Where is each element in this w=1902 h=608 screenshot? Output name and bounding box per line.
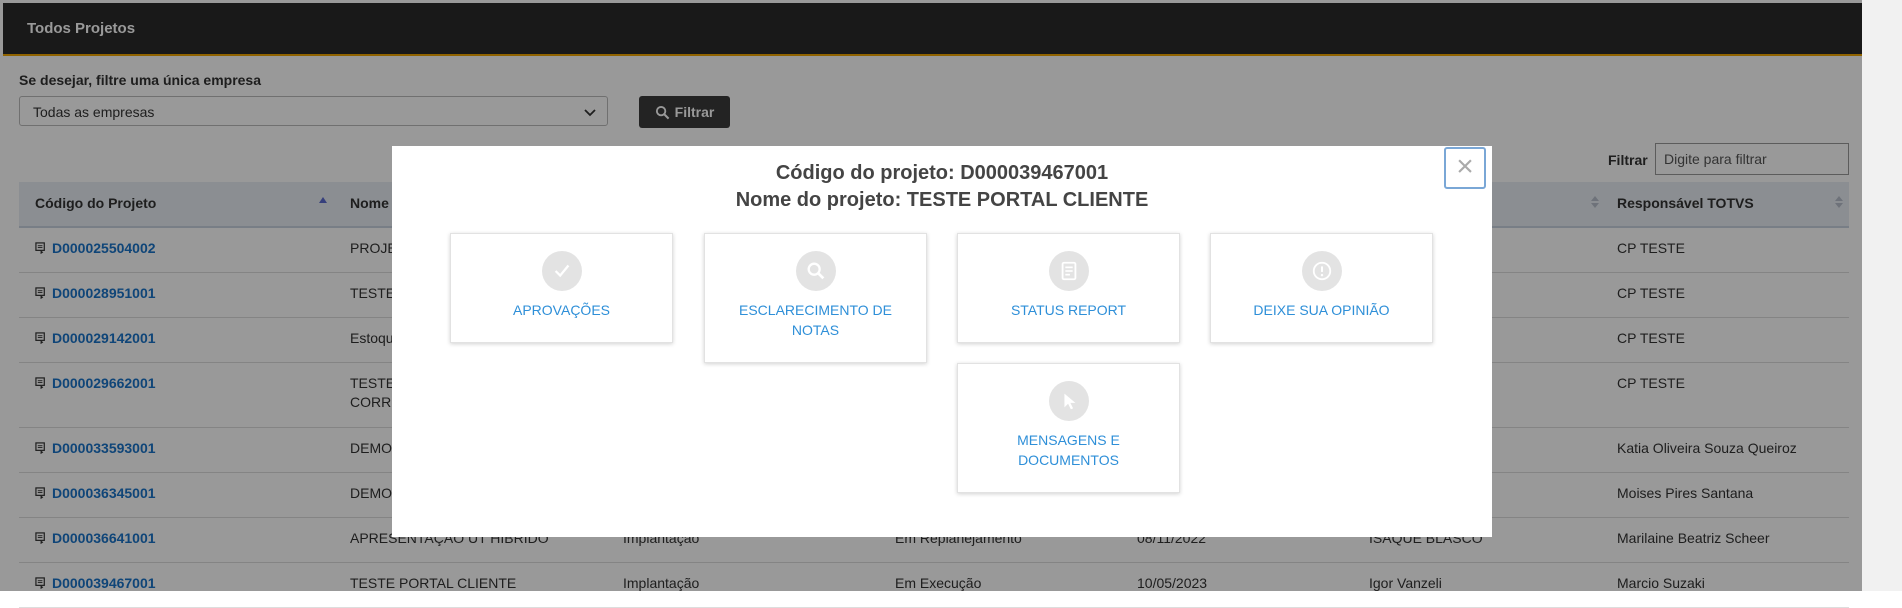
alert-icon bbox=[1301, 251, 1342, 291]
report-icon bbox=[1048, 251, 1089, 291]
page-scrollbar[interactable] bbox=[1862, 0, 1902, 591]
check-icon bbox=[541, 251, 582, 291]
card-label: APROVAÇÕES bbox=[513, 302, 610, 318]
cursor-icon bbox=[1048, 381, 1089, 421]
magnifier-icon bbox=[795, 251, 836, 291]
card-notes-clarification[interactable]: ESCLARECIMENTO DE NOTAS bbox=[704, 233, 927, 363]
card-messages-documents[interactable]: MENSAGENS E DOCUMENTOS bbox=[957, 363, 1180, 493]
card-label: DEIXE SUA OPINIÃO bbox=[1253, 302, 1390, 318]
card-label: MENSAGENS E DOCUMENTOS bbox=[1017, 432, 1120, 468]
modal-project-code: Código do projeto: D000039467001 bbox=[775, 162, 1109, 184]
card-label: ESCLARECIMENTO DE NOTAS bbox=[739, 302, 892, 338]
modal-project-name: Nome do projeto: TESTE PORTAL CLIENTE bbox=[735, 189, 1149, 211]
card-label: STATUS REPORT bbox=[1010, 302, 1127, 318]
card-feedback[interactable]: DEIXE SUA OPINIÃO bbox=[1210, 233, 1433, 343]
close-button[interactable]: × bbox=[1444, 147, 1486, 189]
card-status-report[interactable]: STATUS REPORT bbox=[957, 233, 1180, 343]
project-modal: Código do projeto: D000039467001 Nome do… bbox=[392, 146, 1492, 537]
card-approvals[interactable]: APROVAÇÕES bbox=[450, 233, 673, 343]
